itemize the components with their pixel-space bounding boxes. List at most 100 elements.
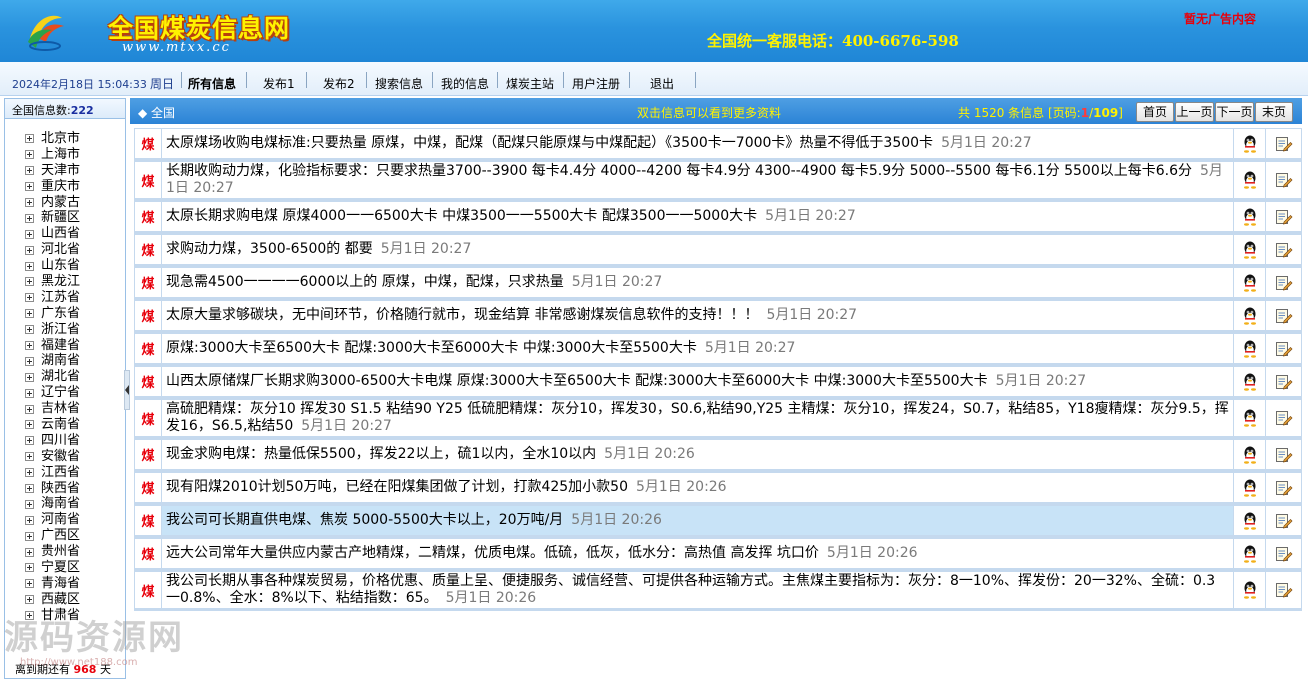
qq-contact-button[interactable] xyxy=(1234,333,1266,364)
qq-contact-button[interactable] xyxy=(1234,267,1266,298)
expand-plus-icon[interactable] xyxy=(25,182,34,192)
info-row[interactable]: 煤 长期收购动力煤，化验指标要求：只要求热量3700--3900 每卡4.4分 … xyxy=(134,161,1302,201)
nav-user-register[interactable]: 用户注册 xyxy=(572,75,620,92)
info-row[interactable]: 煤 远大公司常年大量供应内蒙古产地精煤，二精煤，优质电煤。低硫，低灰，低水分：高… xyxy=(134,538,1302,571)
info-row[interactable]: 煤 现有阳煤2010计划50万吨，已经在阳煤集团做了计划，打款425加小款50 5… xyxy=(134,472,1302,505)
info-row[interactable]: 煤 太原大量求够碳块，无中间环节，价格随行就市，现金结算 非常感谢煤炭信息软件的… xyxy=(134,300,1302,333)
province-item[interactable]: 贵州省 xyxy=(25,544,80,560)
info-content[interactable]: 我公司长期从事各种煤炭贸易，价格优惠、质量上呈、便捷服务、诚信经营、可提供各种运… xyxy=(162,571,1234,609)
view-detail-button[interactable] xyxy=(1266,234,1302,265)
province-item[interactable]: 宁夏区 xyxy=(25,560,80,576)
province-item[interactable]: 浙江省 xyxy=(25,322,80,338)
expand-plus-icon[interactable] xyxy=(25,213,34,223)
province-item[interactable]: 上海市 xyxy=(25,147,80,163)
expand-plus-icon[interactable] xyxy=(25,515,34,525)
view-detail-button[interactable] xyxy=(1266,538,1302,569)
info-content[interactable]: 长期收购动力煤，化验指标要求：只要求热量3700--3900 每卡4.4分 40… xyxy=(162,161,1234,199)
info-row[interactable]: 煤 求购动力煤，3500-6500的 都要 5月1日 20:27 xyxy=(134,234,1302,267)
view-detail-button[interactable] xyxy=(1266,472,1302,503)
qq-contact-button[interactable] xyxy=(1234,201,1266,232)
info-content[interactable]: 现金求购电煤：热量低保5500，挥发22以上，硫1以内，全水10以内 5月1日 2… xyxy=(162,439,1234,470)
qq-contact-button[interactable] xyxy=(1234,439,1266,470)
expand-plus-icon[interactable] xyxy=(25,293,34,303)
expand-plus-icon[interactable] xyxy=(25,150,34,160)
expand-plus-icon[interactable] xyxy=(25,198,34,207)
qq-contact-button[interactable] xyxy=(1234,399,1266,437)
expand-plus-icon[interactable] xyxy=(25,579,34,589)
info-content[interactable]: 现有阳煤2010计划50万吨，已经在阳煤集团做了计划，打款425加小款50 5月1… xyxy=(162,472,1234,503)
nav-all-info[interactable]: 所有信息 xyxy=(188,75,236,92)
expand-plus-icon[interactable] xyxy=(25,388,34,398)
province-item[interactable]: 北京市 xyxy=(25,131,80,147)
info-row[interactable]: 煤 山西太原储煤厂长期求购3000-6500大卡电煤 原煤:3000大卡至650… xyxy=(134,366,1302,399)
expand-plus-icon[interactable] xyxy=(25,420,34,430)
expand-plus-icon[interactable] xyxy=(25,404,34,414)
info-row[interactable]: 煤 高硫肥精煤：灰分10 挥发30 S1.5 粘结90 Y25 低硫肥精煤：灰分… xyxy=(134,399,1302,439)
info-row[interactable]: 煤 太原煤场收购电煤标准:只要热量 原煤，中煤，配煤（配煤只能原煤与中煤配起）《… xyxy=(134,128,1302,161)
province-item[interactable]: 河北省 xyxy=(25,242,80,258)
qq-contact-button[interactable] xyxy=(1234,366,1266,397)
province-item[interactable]: 山东省 xyxy=(25,258,80,274)
info-row[interactable]: 煤 我公司可长期直供电煤、焦炭 5000-5500大卡以上，20万吨/月 5月1日… xyxy=(134,505,1302,538)
first-page-button[interactable]: 首页 xyxy=(1136,102,1174,122)
expand-plus-icon[interactable] xyxy=(25,356,34,366)
nav-publish-2[interactable]: 发布2 xyxy=(323,75,355,92)
expand-plus-icon[interactable] xyxy=(25,229,34,239)
last-page-button[interactable]: 末页 xyxy=(1255,102,1293,122)
view-detail-button[interactable] xyxy=(1266,201,1302,232)
province-item[interactable]: 四川省 xyxy=(25,433,80,449)
nav-search-info[interactable]: 搜索信息 xyxy=(375,75,423,92)
province-item[interactable]: 云南省 xyxy=(25,417,80,433)
expand-plus-icon[interactable] xyxy=(25,452,34,462)
info-row[interactable]: 煤 原煤:3000大卡至6500大卡 配煤:3000大卡至6000大卡 中煤:3… xyxy=(134,333,1302,366)
expand-plus-icon[interactable] xyxy=(25,484,34,494)
info-row[interactable]: 煤 太原长期求购电煤 原煤4000一一6500大卡 中煤3500一一5500大卡… xyxy=(134,201,1302,234)
expand-plus-icon[interactable] xyxy=(25,277,34,287)
province-item[interactable]: 吉林省 xyxy=(25,401,80,417)
province-item[interactable]: 重庆市 xyxy=(25,179,80,195)
qq-contact-button[interactable] xyxy=(1234,128,1266,159)
info-content[interactable]: 现急需4500一一一一6000以上的 原煤，中煤，配煤，只求热量 5月1日 20:… xyxy=(162,267,1234,298)
expand-plus-icon[interactable] xyxy=(25,134,34,144)
province-item[interactable]: 山西省 xyxy=(25,226,80,242)
expand-plus-icon[interactable] xyxy=(25,325,34,335)
province-item[interactable]: 广东省 xyxy=(25,306,80,322)
expand-plus-icon[interactable] xyxy=(25,245,34,255)
nav-logout[interactable]: 退出 xyxy=(650,75,674,92)
qq-contact-button[interactable] xyxy=(1234,571,1266,609)
info-row[interactable]: 煤 现金求购电煤：热量低保5500，挥发22以上，硫1以内，全水10以内 5月1日… xyxy=(134,439,1302,472)
expand-plus-icon[interactable] xyxy=(25,468,34,478)
province-item[interactable]: 西藏区 xyxy=(25,592,80,608)
province-item[interactable]: 福建省 xyxy=(25,338,80,354)
qq-contact-button[interactable] xyxy=(1234,300,1266,331)
expand-plus-icon[interactable] xyxy=(25,309,34,319)
view-detail-button[interactable] xyxy=(1266,571,1302,609)
view-detail-button[interactable] xyxy=(1266,128,1302,159)
expand-plus-icon[interactable] xyxy=(25,436,34,446)
info-content[interactable]: 山西太原储煤厂长期求购3000-6500大卡电煤 原煤:3000大卡至6500大… xyxy=(162,366,1234,397)
view-detail-button[interactable] xyxy=(1266,300,1302,331)
next-page-button[interactable]: 下一页 xyxy=(1215,102,1254,122)
province-item[interactable]: 海南省 xyxy=(25,496,80,512)
info-content[interactable]: 高硫肥精煤：灰分10 挥发30 S1.5 粘结90 Y25 低硫肥精煤：灰分10… xyxy=(162,399,1234,437)
qq-contact-button[interactable] xyxy=(1234,472,1266,503)
province-item[interactable]: 辽宁省 xyxy=(25,385,80,401)
province-item[interactable]: 湖南省 xyxy=(25,353,80,369)
qq-contact-button[interactable] xyxy=(1234,161,1266,199)
nav-publish-1[interactable]: 发布1 xyxy=(263,75,295,92)
info-content[interactable]: 我公司可长期直供电煤、焦炭 5000-5500大卡以上，20万吨/月 5月1日 2… xyxy=(162,505,1234,536)
province-item[interactable]: 河南省 xyxy=(25,512,80,528)
province-item[interactable]: 安徽省 xyxy=(25,449,80,465)
qq-contact-button[interactable] xyxy=(1234,538,1266,569)
expand-plus-icon[interactable] xyxy=(25,341,34,351)
view-detail-button[interactable] xyxy=(1266,161,1302,199)
province-item[interactable]: 天津市 xyxy=(25,163,80,179)
expand-plus-icon[interactable] xyxy=(25,372,34,382)
qq-contact-button[interactable] xyxy=(1234,505,1266,536)
nav-my-info[interactable]: 我的信息 xyxy=(441,75,489,92)
province-item[interactable]: 陕西省 xyxy=(25,481,80,497)
info-row[interactable]: 煤 现急需4500一一一一6000以上的 原煤，中煤，配煤，只求热量 5月1日 2… xyxy=(134,267,1302,300)
prev-page-button[interactable]: 上一页 xyxy=(1175,102,1214,122)
province-item[interactable]: 广西区 xyxy=(25,528,80,544)
info-content[interactable]: 太原煤场收购电煤标准:只要热量 原煤，中煤，配煤（配煤只能原煤与中煤配起）《35… xyxy=(162,128,1234,159)
